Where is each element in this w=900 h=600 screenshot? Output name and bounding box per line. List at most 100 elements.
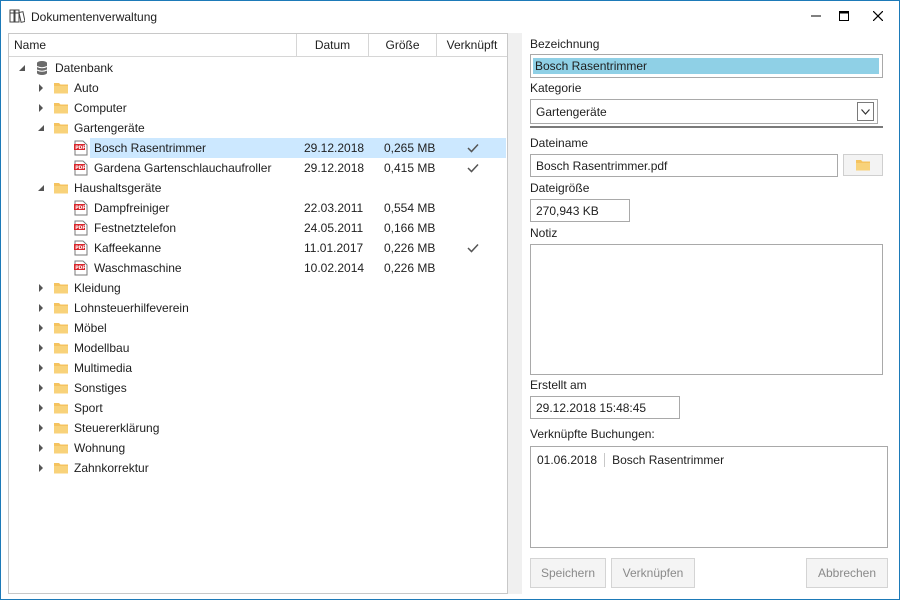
expand-arrow-icon[interactable] [36, 343, 46, 353]
expand-arrow-icon[interactable] [36, 283, 46, 293]
document-date: 29.12.2018 [304, 141, 365, 155]
folder-label: Computer [74, 101, 127, 115]
tree-row-document[interactable]: PDF Waschmaschine 10.02.2014 0,226 MB [10, 258, 506, 278]
folder-icon [856, 160, 870, 171]
folder-icon [54, 283, 68, 294]
tree-row-folder[interactable]: Multimedia [10, 358, 506, 378]
link-button[interactable]: Verknüpfen [611, 558, 695, 588]
folder-label: Möbel [74, 321, 107, 335]
kategorie-label: Kategorie [530, 81, 582, 95]
svg-text:PDF: PDF [75, 145, 85, 151]
document-size: 0,415 MB [384, 161, 436, 175]
folder-label: Lohnsteuerhilfeverein [74, 301, 189, 315]
expand-arrow-icon[interactable] [36, 443, 46, 453]
tree-row-folder[interactable]: Zahnkorrektur [10, 458, 506, 478]
collapse-arrow-icon[interactable] [17, 63, 27, 73]
tree-row-root[interactable]: Datenbank [10, 58, 506, 78]
expand-arrow-icon[interactable] [36, 83, 46, 93]
tree-row-document[interactable]: PDF Festnetztelefon 24.05.2011 0,166 MB [10, 218, 506, 238]
document-date: 11.01.2017 [304, 241, 364, 255]
expand-arrow-icon[interactable] [36, 383, 46, 393]
document-size: 0,265 MB [384, 141, 436, 155]
booking-text: Bosch Rasentrimmer [612, 453, 725, 467]
folder-label: Modellbau [74, 341, 130, 355]
buchungen-list[interactable]: 01.06.2018 Bosch Rasentrimmer [530, 446, 888, 548]
expand-arrow-icon[interactable] [36, 363, 46, 373]
document-size: 0,554 MB [384, 201, 436, 215]
books-icon [9, 9, 25, 23]
expand-arrow-icon[interactable] [36, 463, 46, 473]
save-button[interactable]: Speichern [530, 558, 606, 588]
tree-row-folder[interactable]: Möbel [10, 318, 506, 338]
browse-file-button[interactable] [843, 154, 883, 176]
dateigroesse-label: Dateigröße [530, 181, 590, 195]
tree-row-folder[interactable]: Sonstiges [10, 378, 506, 398]
checkmark-icon [467, 243, 479, 253]
document-label: Gardena Gartenschlauchaufroller [94, 161, 272, 175]
svg-text:PDF: PDF [75, 205, 85, 211]
expand-arrow-icon[interactable] [36, 103, 46, 113]
tree-row-document[interactable]: PDF Bosch Rasentrimmer 29.12.2018 0,265 … [10, 138, 506, 158]
tree-row-document[interactable]: PDF Gardena Gartenschlauchaufroller 29.1… [10, 158, 506, 178]
tree-row-folder[interactable]: Computer [10, 98, 506, 118]
folder-icon [54, 383, 68, 394]
column-header-name[interactable]: Name [9, 34, 297, 56]
bezeichnung-label: Bezeichnung [530, 37, 600, 51]
tree-row-folder[interactable]: Haushaltsgeräte [10, 178, 506, 198]
document-label: Waschmaschine [94, 261, 182, 275]
collapse-arrow-icon[interactable] [36, 183, 46, 193]
document-label: Bosch Rasentrimmer [94, 141, 207, 155]
tree-row-folder[interactable]: Sport [10, 398, 506, 418]
list-item[interactable]: 01.06.2018 Bosch Rasentrimmer [537, 453, 724, 467]
notiz-textarea[interactable] [530, 244, 883, 375]
document-label: Festnetztelefon [94, 221, 177, 235]
tree-row-folder[interactable]: Gartengeräte [10, 118, 506, 138]
close-button[interactable] [857, 1, 899, 31]
pane-splitter[interactable] [508, 33, 522, 594]
tree-row-folder[interactable]: Steuererklärung [10, 418, 506, 438]
erstellt-label: Erstellt am [530, 378, 587, 392]
document-size: 0,226 MB [384, 241, 436, 255]
bezeichnung-input[interactable]: Bosch Rasentrimmer [530, 54, 883, 78]
column-separator [604, 453, 606, 467]
expand-arrow-icon[interactable] [36, 323, 46, 333]
document-tree[interactable]: Name Datum Größe Verknüpft Datenbank Aut… [8, 33, 508, 594]
column-header-groesse[interactable]: Größe [369, 34, 437, 56]
pdf-file-icon: PDF [74, 240, 88, 256]
maximize-button[interactable] [829, 1, 859, 31]
minimize-icon [811, 15, 821, 17]
tree-row-document[interactable]: PDF Kaffeekanne 11.01.2017 0,226 MB [10, 238, 506, 258]
expand-arrow-icon[interactable] [36, 423, 46, 433]
column-header-verknuepft[interactable]: Verknüpft [437, 34, 507, 56]
erstellt-value: 29.12.2018 15:48:45 [536, 400, 647, 415]
tree-row-folder[interactable]: Lohnsteuerhilfeverein [10, 298, 506, 318]
maximize-icon [839, 11, 849, 21]
tree-row-document[interactable]: PDF Dampfreiniger 22.03.2011 0,554 MB [10, 198, 506, 218]
folder-label: Sport [74, 401, 103, 415]
tree-row-folder[interactable]: Modellbau [10, 338, 506, 358]
folder-icon [54, 343, 68, 354]
app-window: Dokumentenverwaltung Name Datum Größe Ve… [0, 0, 900, 600]
tree-row-folder[interactable]: Auto [10, 78, 506, 98]
tree-header: Name Datum Größe Verknüpft [9, 34, 507, 57]
booking-date: 01.06.2018 [537, 453, 598, 467]
dateiname-input[interactable]: Bosch Rasentrimmer.pdf [530, 154, 838, 177]
title-bar[interactable]: Dokumentenverwaltung [1, 1, 899, 31]
folder-label: Haushaltsgeräte [74, 181, 162, 195]
dropdown-button[interactable] [857, 102, 874, 121]
folder-label: Gartengeräte [74, 121, 145, 135]
minimize-button[interactable] [801, 1, 831, 31]
kategorie-dropdown[interactable]: Gartengeräte [530, 99, 878, 124]
expand-arrow-icon[interactable] [36, 403, 46, 413]
tree-row-folder[interactable]: Kleidung [10, 278, 506, 298]
svg-text:PDF: PDF [75, 165, 85, 171]
folder-label: Sonstiges [74, 381, 127, 395]
cancel-button[interactable]: Abbrechen [806, 558, 888, 588]
tree-row-folder[interactable]: Wohnung [10, 438, 506, 458]
dateiname-label: Dateiname [530, 136, 589, 150]
collapse-arrow-icon[interactable] [36, 123, 46, 133]
pdf-file-icon: PDF [74, 200, 88, 216]
folder-label: Multimedia [74, 361, 133, 375]
expand-arrow-icon[interactable] [36, 303, 46, 313]
column-header-datum[interactable]: Datum [297, 34, 369, 56]
